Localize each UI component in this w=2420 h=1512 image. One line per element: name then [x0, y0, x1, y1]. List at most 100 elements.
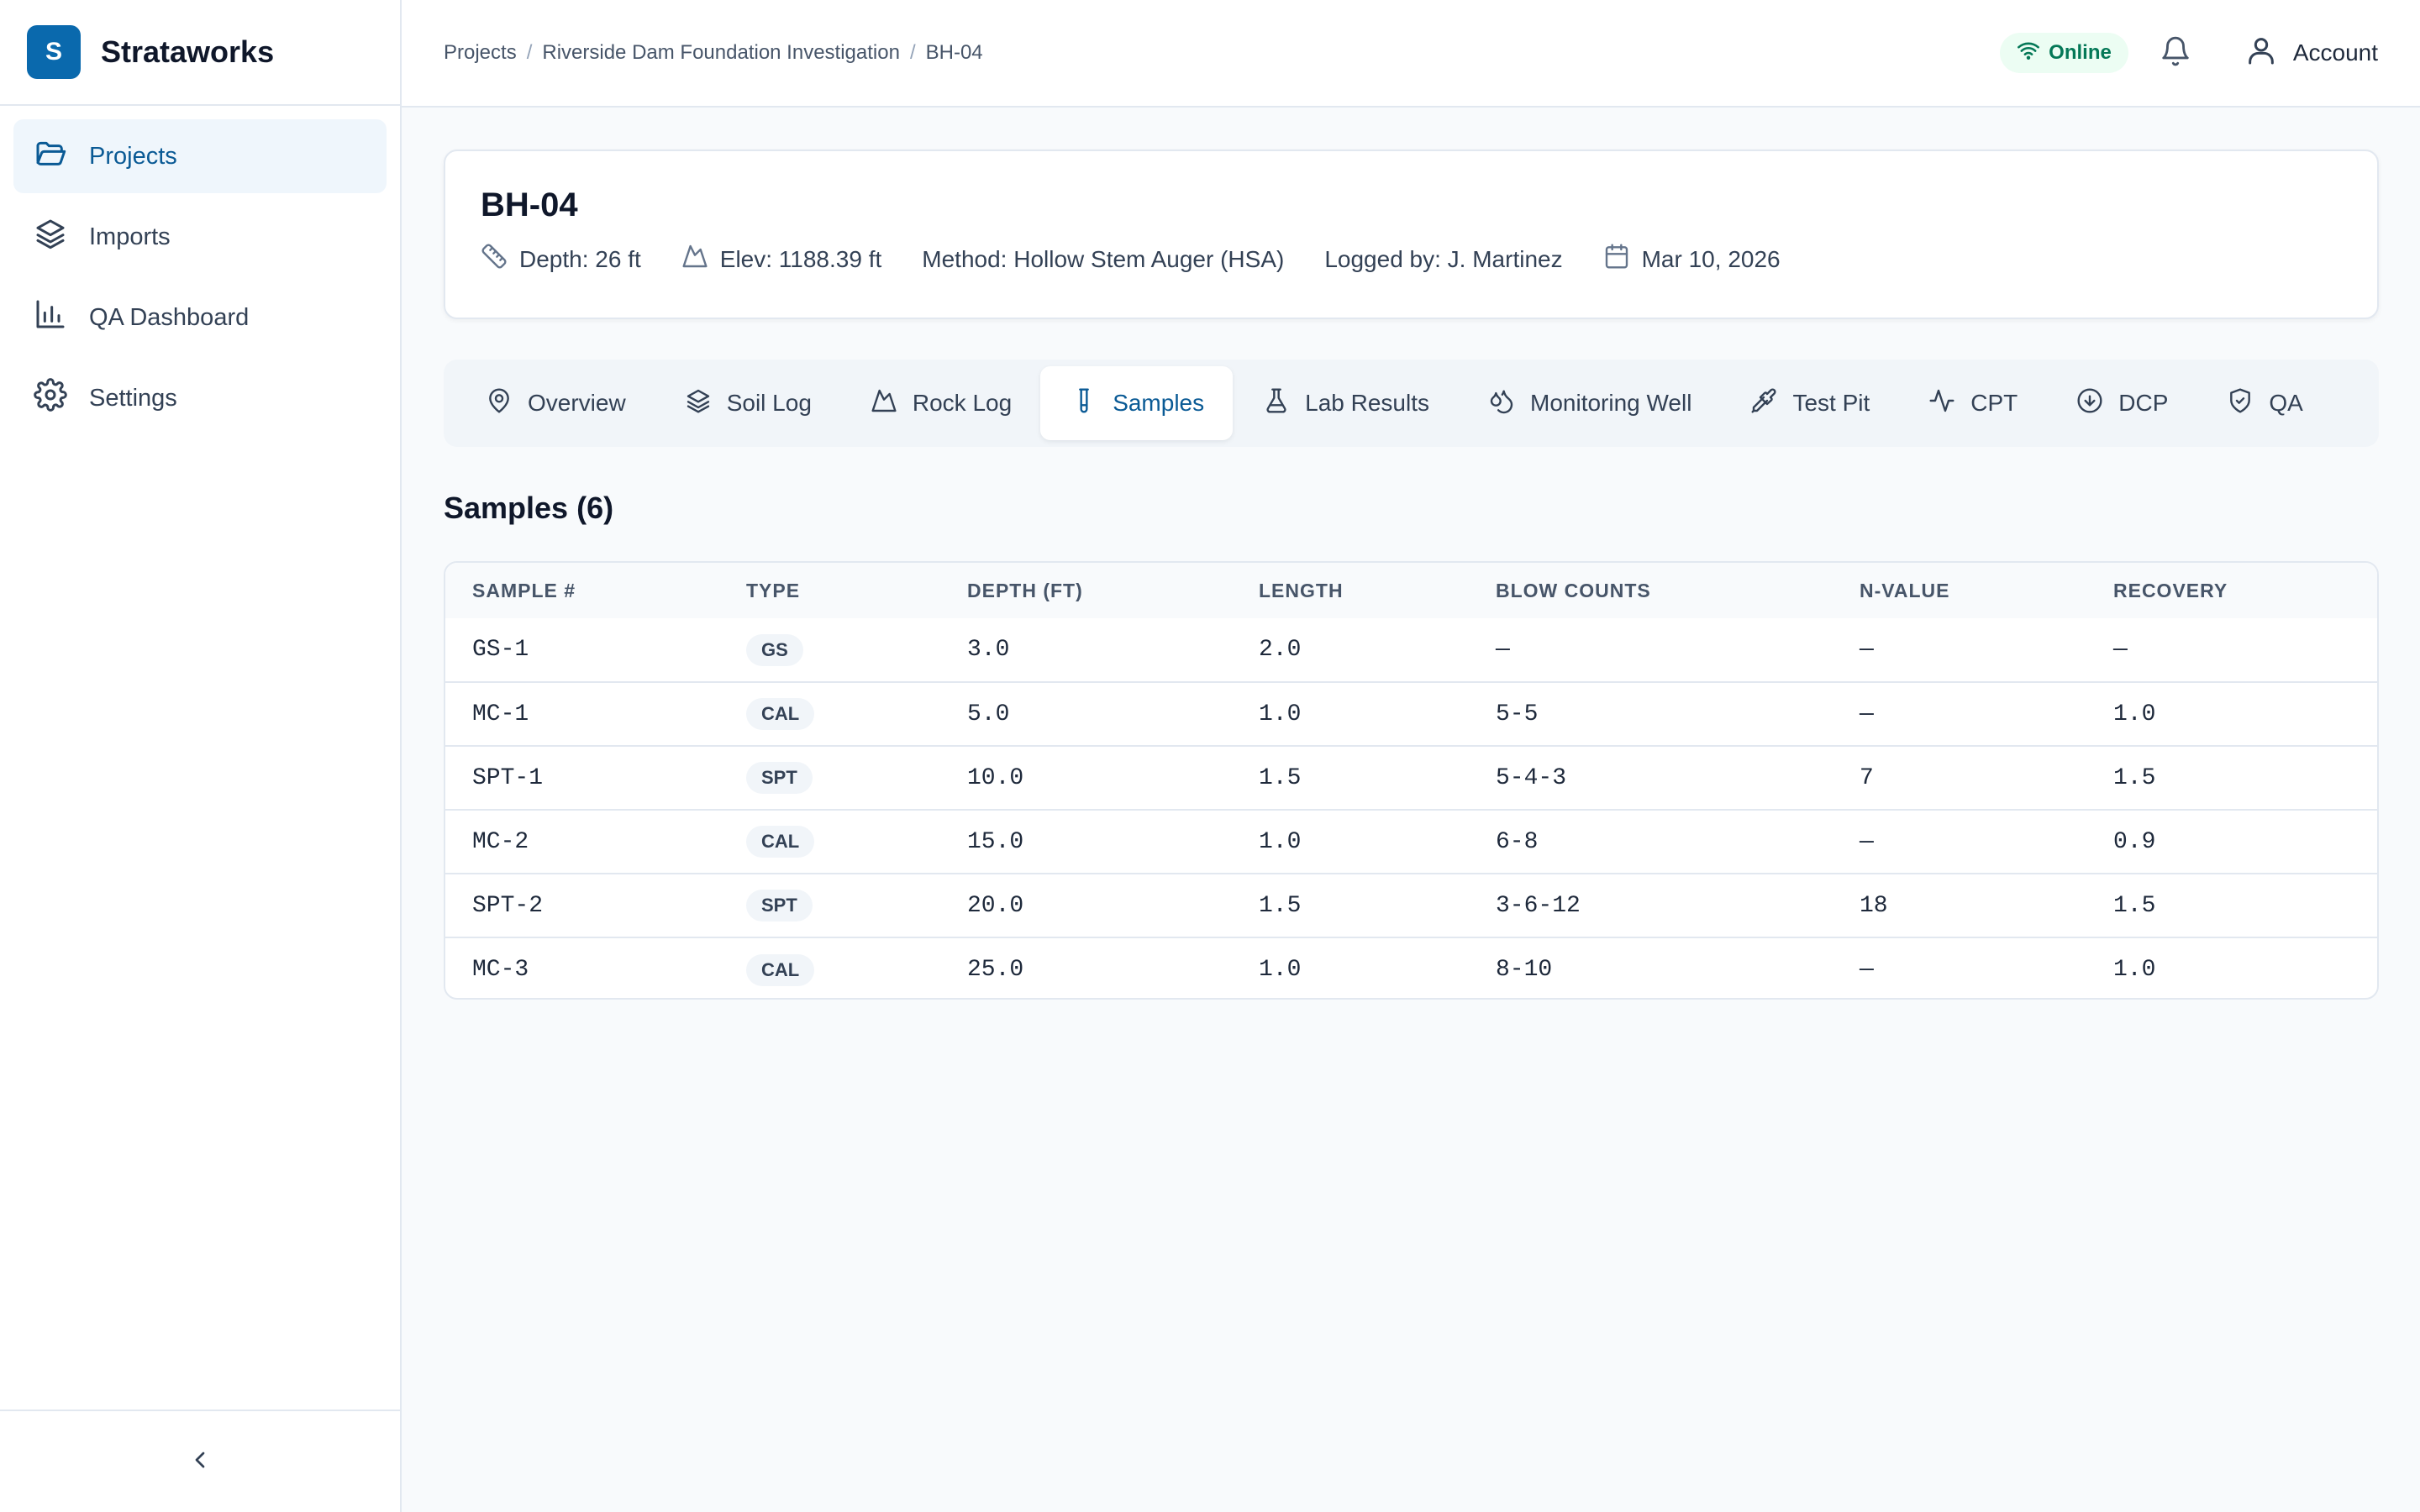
sidebar-item-label: QA Dashboard — [89, 303, 250, 331]
shield-check-icon — [2227, 387, 2269, 420]
sample-type-cell: GS — [719, 618, 940, 682]
sidebar-item-settings[interactable]: Settings — [13, 361, 387, 435]
sidebar-collapse-button[interactable] — [0, 1410, 400, 1512]
sample-id-cell: MC-1 — [472, 701, 529, 727]
tab-test-pit[interactable]: Test Pit — [1720, 366, 1898, 440]
depth-cell: 15.0 — [967, 828, 1024, 855]
tab-label: Samples — [1113, 390, 1205, 416]
samples-section-title: Samples (6) — [444, 491, 614, 525]
n-value-cell: — — [1860, 637, 1874, 663]
recovery-cell: — — [2113, 637, 2128, 663]
shovel-icon — [1750, 387, 1792, 420]
chevron-left-icon — [187, 1446, 213, 1478]
tab-overview[interactable]: Overview — [455, 366, 655, 440]
column-header: SAMPLE # — [472, 579, 576, 601]
tab-label: Test Pit — [1792, 390, 1870, 416]
folder-open-icon — [34, 136, 67, 176]
sample-type-badge: SPT — [746, 890, 813, 921]
breadcrumb: Projects / Riverside Dam Foundation Inve… — [444, 41, 983, 65]
table-row[interactable]: MC-3 CAL 25.0 1.0 8-10 — 1.0 — [445, 937, 2377, 998]
breadcrumb-project[interactable]: Riverside Dam Foundation Investigation — [542, 41, 900, 65]
tab-label: Monitoring Well — [1530, 390, 1692, 416]
borehole-summary-card: BH-04 Depth: 26 ft Elev: 1188.39 ft Meth… — [444, 150, 2379, 319]
tab-dcp[interactable]: DCP — [2046, 366, 2196, 440]
tab-monitoring-well[interactable]: Monitoring Well — [1458, 366, 1720, 440]
sample-type-cell: SPT — [719, 746, 940, 810]
sample-type-cell: CAL — [719, 937, 940, 998]
elevation-value: Elev: 1188.39 ft — [719, 245, 882, 272]
sample-id-cell: SPT-1 — [472, 764, 544, 791]
sample-id-cell: GS-1 — [472, 637, 529, 663]
meta-method: Method: Hollow Stem Auger (HSA) — [922, 246, 1284, 273]
activity-icon — [1928, 387, 1970, 420]
notifications-button[interactable] — [2157, 34, 2194, 71]
account-label: Account — [2292, 39, 2378, 66]
length-cell: 1.0 — [1259, 701, 1302, 727]
date-value: Mar 10, 2026 — [1641, 245, 1781, 272]
tab-label: Soil Log — [726, 390, 812, 416]
breadcrumb-current: BH-04 — [925, 41, 983, 64]
sample-id-cell: SPT-2 — [472, 892, 544, 919]
sample-type-badge: CAL — [746, 826, 815, 858]
sidebar-nav: Projects Imports QA Dashboard Settings — [0, 106, 400, 455]
page-title: BH-04 — [481, 186, 578, 223]
depth-cell: 5.0 — [967, 701, 1010, 727]
logged-by-value: Logged by: J. Martinez — [1324, 245, 1563, 272]
blow-counts-cell: 5-5 — [1496, 701, 1539, 727]
table-row[interactable]: SPT-2 SPT 20.0 1.5 3-6-12 18 1.5 — [445, 874, 2377, 937]
n-value-cell: 7 — [1860, 764, 1874, 791]
sample-type-badge: CAL — [746, 698, 815, 730]
column-header: BLOW COUNTS — [1496, 579, 1651, 601]
header-actions: Online Account — [2000, 33, 2378, 73]
sidebar-item-imports[interactable]: Imports — [13, 200, 387, 274]
n-value-cell: — — [1860, 701, 1874, 727]
breadcrumb-projects[interactable]: Projects — [444, 41, 517, 65]
arrow-down-circle-icon — [2076, 387, 2118, 420]
ruler-icon — [481, 243, 519, 276]
sidebar-item-qa-dashboard[interactable]: QA Dashboard — [13, 281, 387, 354]
sample-id-cell: MC-3 — [472, 957, 529, 983]
sample-type-cell: CAL — [719, 810, 940, 874]
droplets-icon — [1488, 387, 1530, 420]
top-header: Projects / Riverside Dam Foundation Inve… — [402, 0, 2420, 108]
account-button[interactable]: Account — [2244, 34, 2378, 73]
column-header: DEPTH (FT) — [967, 579, 1083, 601]
tab-label: QA — [2269, 390, 2303, 416]
table-row[interactable]: GS-1 GS 3.0 2.0 — — — — [445, 618, 2377, 682]
brand-name: Strataworks — [101, 34, 275, 69]
map-pin-icon — [486, 387, 528, 420]
bar-chart-icon — [34, 297, 67, 338]
length-cell: 1.0 — [1259, 828, 1302, 855]
meta-elevation: Elev: 1188.39 ft — [681, 243, 882, 276]
layers-icon — [34, 217, 67, 257]
mountain-icon — [871, 387, 913, 420]
tab-cpt[interactable]: CPT — [1898, 366, 2046, 440]
mountain-icon — [681, 243, 720, 276]
table-row[interactable]: SPT-1 SPT 10.0 1.5 5-4-3 7 1.5 — [445, 746, 2377, 810]
tab-samples[interactable]: Samples — [1040, 366, 1234, 440]
user-icon — [2244, 34, 2293, 73]
sidebar: S Strataworks Projects Imports QA Dashbo… — [0, 0, 402, 1512]
table-row[interactable]: MC-2 CAL 15.0 1.0 6-8 — 0.9 — [445, 810, 2377, 874]
tab-qa[interactable]: QA — [2196, 366, 2331, 440]
recovery-cell: 0.9 — [2113, 828, 2156, 855]
table-row[interactable]: MC-1 CAL 5.0 1.0 5-5 — 1.0 — [445, 682, 2377, 746]
depth-cell: 20.0 — [967, 892, 1024, 919]
recovery-cell: 1.5 — [2113, 892, 2156, 919]
tab-rock-log[interactable]: Rock Log — [840, 366, 1040, 440]
sidebar-item-projects[interactable]: Projects — [13, 119, 387, 193]
test-tube-icon — [1071, 387, 1113, 420]
sidebar-item-label: Imports — [89, 223, 171, 250]
brand-logo: S — [27, 25, 81, 79]
tab-lab-results[interactable]: Lab Results — [1233, 366, 1458, 440]
depth-value: Depth: 26 ft — [519, 245, 641, 272]
depth-cell: 25.0 — [967, 957, 1024, 983]
flask-icon — [1263, 387, 1305, 420]
brand[interactable]: S Strataworks — [0, 0, 400, 106]
wifi-icon — [2017, 39, 2049, 68]
tab-soil-log[interactable]: Soil Log — [655, 366, 840, 440]
status-badge: Online — [2000, 33, 2128, 73]
sample-type-badge: GS — [746, 633, 803, 666]
depth-cell: 10.0 — [967, 764, 1024, 791]
sample-type-cell: SPT — [719, 874, 940, 937]
